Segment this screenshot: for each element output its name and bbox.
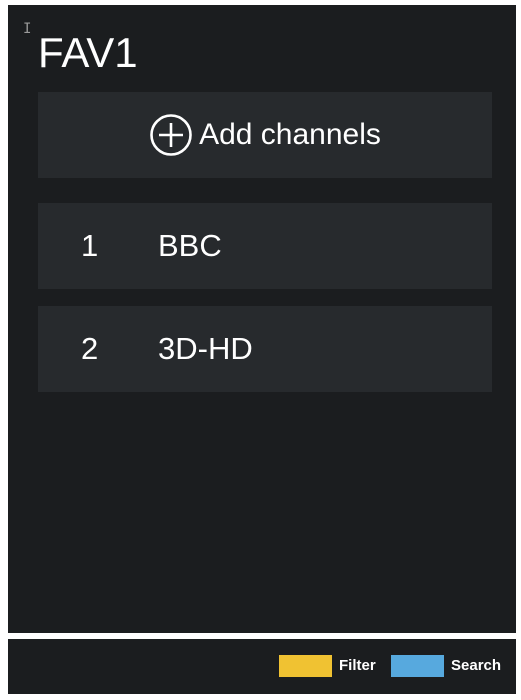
list-title: FAV1	[38, 29, 138, 76]
favorites-panel: I FAV1 Add channels 1 BBC 2 3D-HD	[8, 5, 516, 633]
add-channels-label: Add channels	[199, 118, 381, 151]
search-label: Search	[451, 657, 502, 674]
filter-label: Filter	[339, 657, 376, 674]
channel-number: 1	[81, 228, 99, 263]
add-channels-button[interactable]: Add channels	[38, 92, 492, 178]
blue-key-swatch	[391, 655, 444, 677]
color-key-bar: Filter Search	[8, 639, 516, 694]
yellow-key-swatch	[279, 655, 332, 677]
channel-item[interactable]: 2 3D-HD	[38, 306, 492, 392]
filter-key[interactable]: Filter	[279, 655, 376, 677]
channel-name: BBC	[158, 228, 222, 263]
plus-circle-icon	[149, 113, 193, 157]
search-key[interactable]: Search	[391, 655, 501, 677]
text-cursor-icon: I	[23, 21, 32, 37]
channel-number: 2	[81, 331, 99, 366]
channel-name: 3D-HD	[158, 331, 253, 366]
channel-item[interactable]: 1 BBC	[38, 203, 492, 289]
